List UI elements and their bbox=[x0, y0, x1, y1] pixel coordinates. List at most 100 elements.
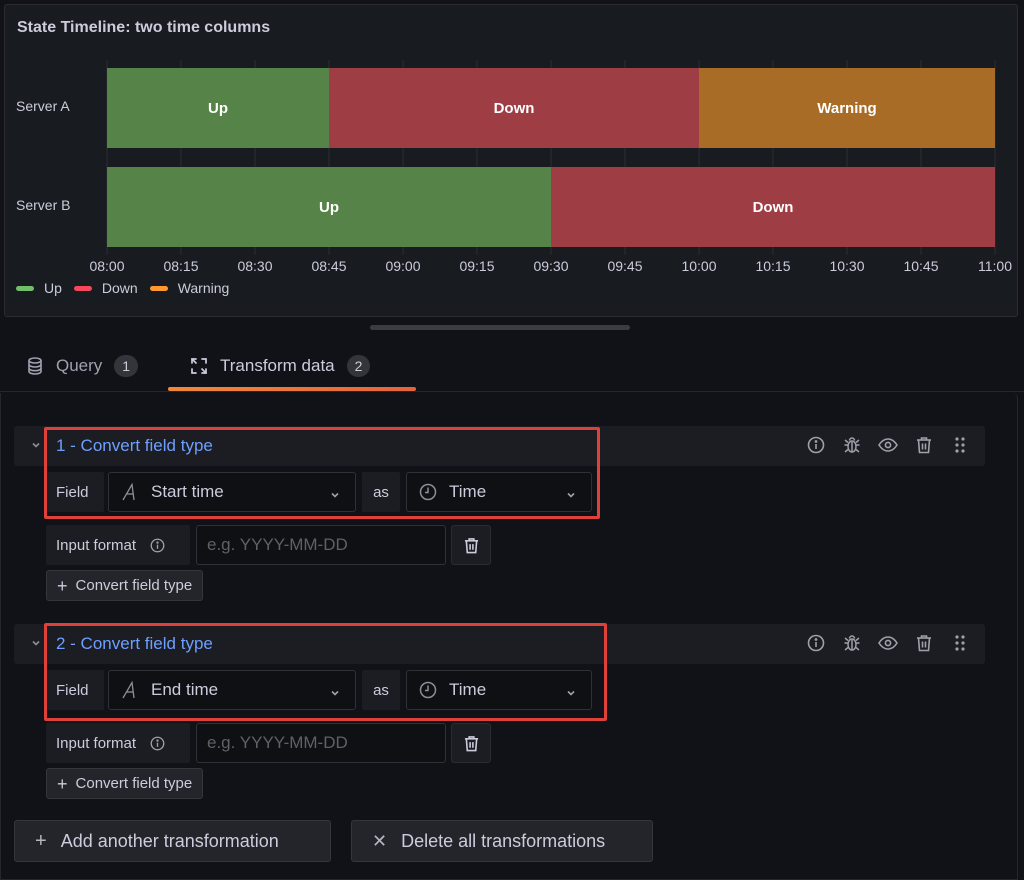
drag-handle-icon[interactable] bbox=[949, 434, 971, 456]
transformation-1-format-row: Input format bbox=[46, 525, 491, 565]
add-transformation-label: Add another transformation bbox=[60, 830, 279, 851]
field-select-value: Start time bbox=[151, 482, 224, 501]
trash-icon[interactable] bbox=[913, 434, 935, 456]
chevron-down-icon bbox=[329, 486, 341, 506]
plus-icon: + bbox=[57, 575, 68, 596]
trash-icon bbox=[464, 735, 479, 752]
chevron-down-icon bbox=[565, 684, 577, 704]
legend-label-up: Up bbox=[44, 280, 62, 296]
trash-icon[interactable] bbox=[913, 632, 935, 654]
field-select-value: End time bbox=[151, 680, 219, 699]
x-tick-label: 10:30 bbox=[829, 258, 864, 274]
delete-all-transformations-button[interactable]: ✕ Delete all transformations bbox=[351, 820, 653, 862]
add-convert-field-type-button-2[interactable]: + Convert field type bbox=[46, 768, 204, 799]
info-icon[interactable] bbox=[150, 736, 165, 751]
chevron-down-icon[interactable] bbox=[30, 438, 42, 450]
plus-icon: + bbox=[35, 830, 47, 852]
clock-icon bbox=[419, 681, 437, 699]
field-label: Field bbox=[46, 670, 104, 710]
legend-swatch-down bbox=[73, 285, 92, 291]
active-tab-indicator bbox=[168, 387, 416, 391]
trash-icon bbox=[464, 537, 479, 554]
field-select[interactable]: Start time bbox=[108, 472, 356, 512]
remove-format-button[interactable] bbox=[451, 525, 491, 565]
x-tick-label: 08:00 bbox=[89, 258, 124, 274]
legend-label-warning: Warning bbox=[177, 280, 230, 296]
row-label-server-b: Server B bbox=[16, 197, 71, 213]
string-type-icon bbox=[121, 483, 139, 501]
input-format-field[interactable] bbox=[196, 723, 446, 763]
transformation-2-field-row: Field End time as Time bbox=[46, 670, 592, 710]
add-transformation-button[interactable]: + Add another transformation bbox=[14, 820, 331, 862]
input-format-label: Input format bbox=[46, 525, 190, 565]
eye-icon[interactable] bbox=[877, 434, 899, 456]
row-label-server-a: Server A bbox=[16, 98, 70, 114]
clock-icon bbox=[419, 483, 437, 501]
state-segment-label: Up bbox=[319, 199, 339, 216]
info-icon[interactable] bbox=[805, 632, 827, 654]
add-convert-field-type-button-1[interactable]: + Convert field type bbox=[46, 570, 204, 601]
x-tick-label: 09:00 bbox=[385, 258, 420, 274]
chevron-down-icon[interactable] bbox=[30, 636, 42, 648]
debug-bug-icon[interactable] bbox=[841, 434, 863, 456]
type-select-value: Time bbox=[449, 680, 487, 699]
plus-icon: + bbox=[57, 773, 68, 794]
tab-transform-label: Transform data bbox=[220, 356, 335, 375]
as-label: as bbox=[362, 472, 400, 512]
state-segment-label: Warning bbox=[817, 100, 876, 117]
x-tick-label: 11:00 bbox=[978, 258, 1012, 274]
state-timeline-chart: Up Down Warning Up Down 08:00 08:15 08:30 08:45 0… bbox=[89, 60, 1012, 274]
field-label: Field bbox=[46, 472, 104, 512]
type-select[interactable]: Time bbox=[406, 670, 592, 710]
state-segment-label: Down bbox=[753, 199, 794, 216]
remove-format-button[interactable] bbox=[451, 723, 491, 763]
debug-bug-icon[interactable] bbox=[841, 632, 863, 654]
add-convert-label: Convert field type bbox=[75, 775, 193, 792]
database-icon bbox=[26, 357, 44, 375]
tab-transform-data[interactable]: Transform data 2 bbox=[190, 340, 371, 392]
add-convert-label: Convert field type bbox=[75, 577, 193, 594]
drag-handle-icon[interactable] bbox=[949, 632, 971, 654]
transformation-2-header[interactable]: 2 - Convert field type bbox=[14, 624, 985, 664]
field-select[interactable]: End time bbox=[108, 670, 356, 710]
transformation-1-field-row: Field Start time as Time bbox=[46, 472, 592, 512]
as-label: as bbox=[362, 670, 400, 710]
transformation-2-title: 2 - Convert field type bbox=[56, 634, 213, 653]
x-tick-label: 09:30 bbox=[533, 258, 568, 274]
transformation-1-header[interactable]: 1 - Convert field type bbox=[14, 426, 985, 466]
legend-item-down[interactable]: Down bbox=[73, 280, 138, 296]
panel-resize-handle[interactable] bbox=[370, 325, 630, 330]
tab-transform-count: 2 bbox=[346, 355, 371, 377]
eye-icon[interactable] bbox=[877, 632, 899, 654]
legend-label-down: Down bbox=[101, 280, 138, 296]
input-format-label-text: Input format bbox=[56, 734, 137, 752]
transformation-2-actions bbox=[791, 632, 971, 654]
type-select[interactable]: Time bbox=[406, 472, 592, 512]
editor-tabs: Query 1 Transform data 2 bbox=[0, 340, 1024, 392]
x-tick-label: 10:15 bbox=[755, 258, 790, 274]
close-icon: ✕ bbox=[372, 831, 388, 851]
legend-item-warning[interactable]: Warning bbox=[149, 280, 230, 296]
input-format-field[interactable] bbox=[196, 525, 446, 565]
info-icon[interactable] bbox=[805, 434, 827, 456]
input-format-label: Input format bbox=[46, 723, 190, 763]
tab-query[interactable]: Query 1 bbox=[26, 340, 139, 392]
transformation-2-format-row: Input format bbox=[46, 723, 491, 763]
state-segment-label: Up bbox=[208, 100, 228, 117]
x-tick-label: 09:45 bbox=[607, 258, 642, 274]
input-format-label-text: Input format bbox=[56, 536, 137, 554]
x-tick-label: 09:15 bbox=[459, 258, 494, 274]
tab-query-count: 1 bbox=[114, 355, 139, 377]
legend-item-up[interactable]: Up bbox=[16, 280, 62, 296]
tab-query-label: Query bbox=[56, 356, 103, 375]
legend-swatch-up bbox=[16, 285, 34, 291]
transformation-1-title: 1 - Convert field type bbox=[56, 436, 213, 455]
x-tick-label: 08:15 bbox=[163, 258, 198, 274]
delete-all-label: Delete all transformations bbox=[401, 830, 606, 851]
type-select-value: Time bbox=[449, 482, 487, 501]
x-tick-label: 08:45 bbox=[311, 258, 346, 274]
chevron-down-icon bbox=[329, 684, 341, 704]
chevron-down-icon bbox=[565, 486, 577, 506]
info-icon[interactable] bbox=[150, 538, 165, 553]
state-segment-label: Down bbox=[494, 100, 535, 117]
